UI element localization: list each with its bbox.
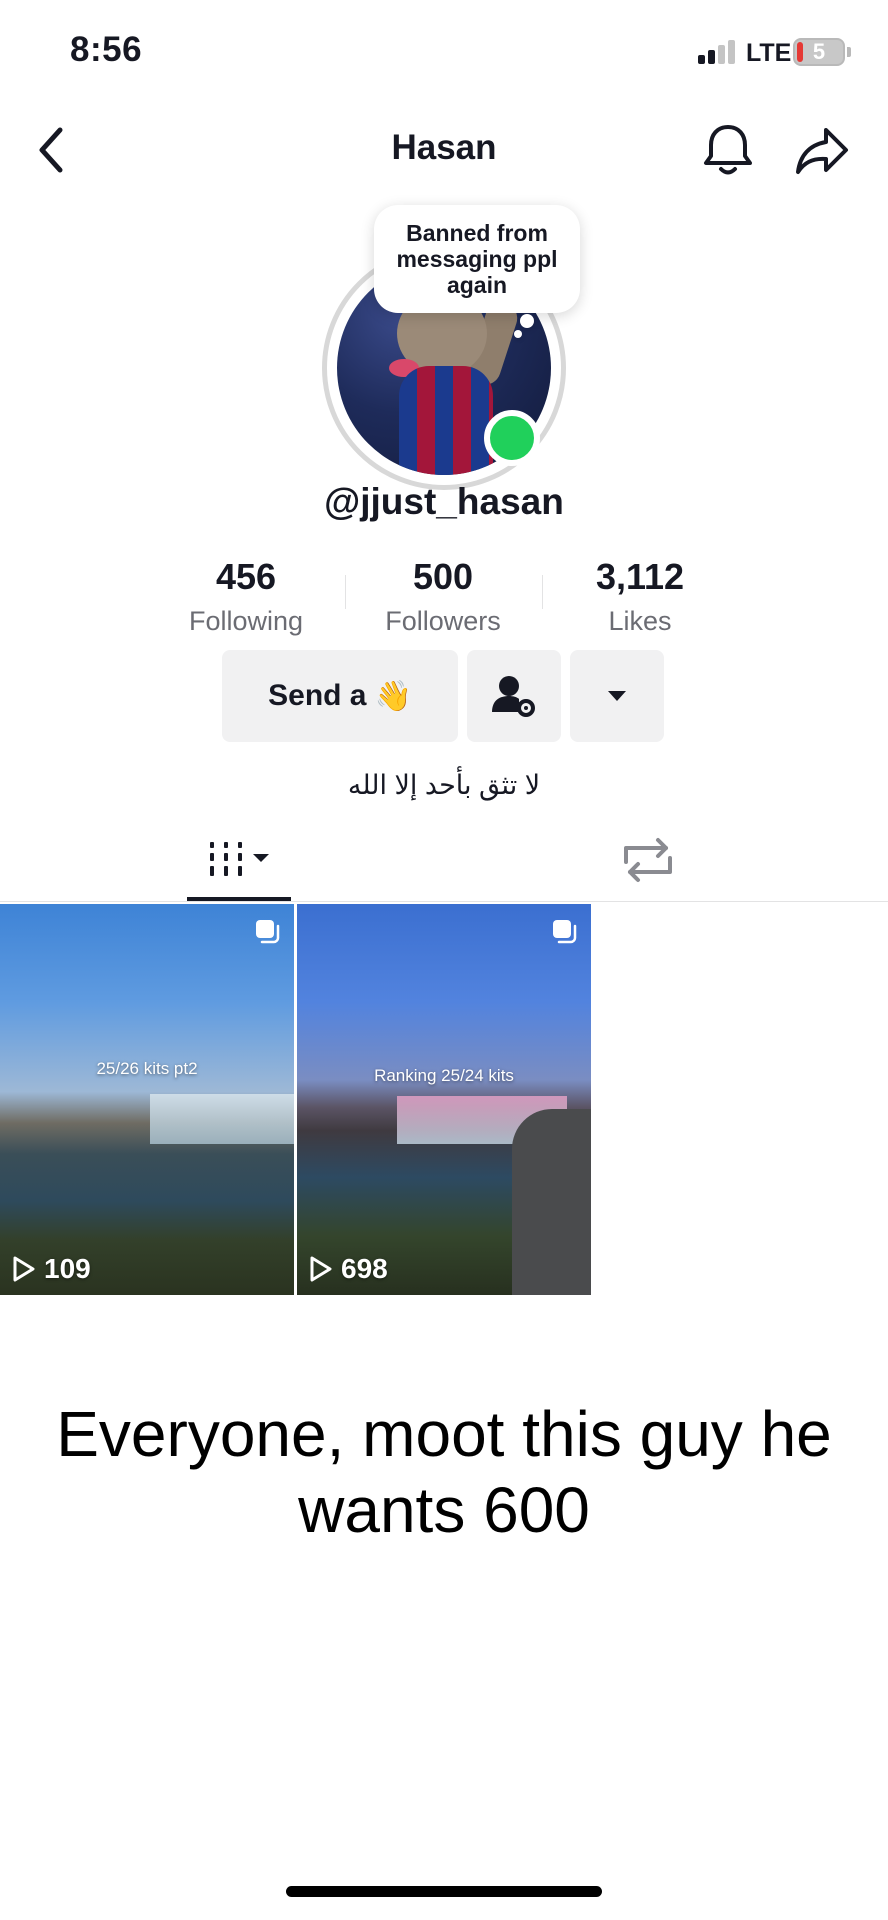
more-options-button[interactable] [570,650,664,742]
network-type: LTE [746,39,792,67]
play-count-value: 698 [341,1253,388,1284]
stat-likes[interactable]: 3,112 Likes [555,556,725,637]
online-status-indicator [484,410,540,466]
bell-icon[interactable] [701,122,755,178]
share-arrow-icon[interactable] [794,126,850,176]
play-icon [310,1256,332,1282]
user-gear-icon [492,676,535,717]
video-caption: 25/26 kits pt2 [96,1059,198,1078]
rock-image [512,1109,591,1295]
stat-value: 3,112 [595,556,685,597]
play-count: 698 [309,1253,388,1285]
send-wave-button[interactable]: Send a 👋 [222,650,458,742]
stat-label: Likes [608,606,672,636]
battery-icon: 5 [793,38,845,66]
stat-label: Following [188,606,304,636]
stat-followers[interactable]: 500 Followers [358,556,528,637]
bubble-tail-small [514,330,522,338]
bubble-tail [520,314,534,328]
multi-post-icon [553,920,577,944]
stat-label: Followers [385,606,501,636]
video-thumbnail[interactable]: 25/26 kits pt2 109 [0,904,294,1295]
profile-bio: لا تثق بأحد إلا الله [347,770,541,800]
stat-divider [345,575,346,609]
triangle-down-icon [608,691,626,701]
repost-icon [624,838,672,882]
wave-emoji: 👋 [374,679,412,713]
waterfall-image [150,1094,294,1144]
stat-value: 456 [215,556,277,597]
stat-value: 500 [412,556,474,597]
video-thumbnail[interactable]: Ranking 25/24 kits 698 [297,904,591,1295]
send-button-label: Send a [268,679,367,712]
battery-level: 5 [812,39,826,64]
stat-following[interactable]: 456 Following [161,556,331,637]
multi-post-icon [256,920,280,944]
play-icon [13,1256,35,1282]
tab-divider [0,901,888,902]
tab-reposts[interactable] [618,832,678,888]
video-caption: Ranking 25/24 kits [374,1066,514,1085]
stat-divider [542,575,543,609]
profile-note-bubble[interactable]: Banned from messaging ppl again [374,205,580,313]
username: @jjust_hasan [324,481,564,522]
signal-icon [698,40,738,64]
battery-cap [847,47,851,57]
user-settings-button[interactable] [467,650,561,742]
overlay-caption: Everyone, moot this guy he wants 600 [56,1398,832,1546]
status-time: 8:56 [70,30,143,69]
grid-bars-icon [210,842,269,876]
play-count: 109 [12,1253,91,1285]
home-indicator[interactable] [286,1886,602,1897]
play-count-value: 109 [44,1253,91,1284]
tab-videos[interactable] [187,828,291,902]
